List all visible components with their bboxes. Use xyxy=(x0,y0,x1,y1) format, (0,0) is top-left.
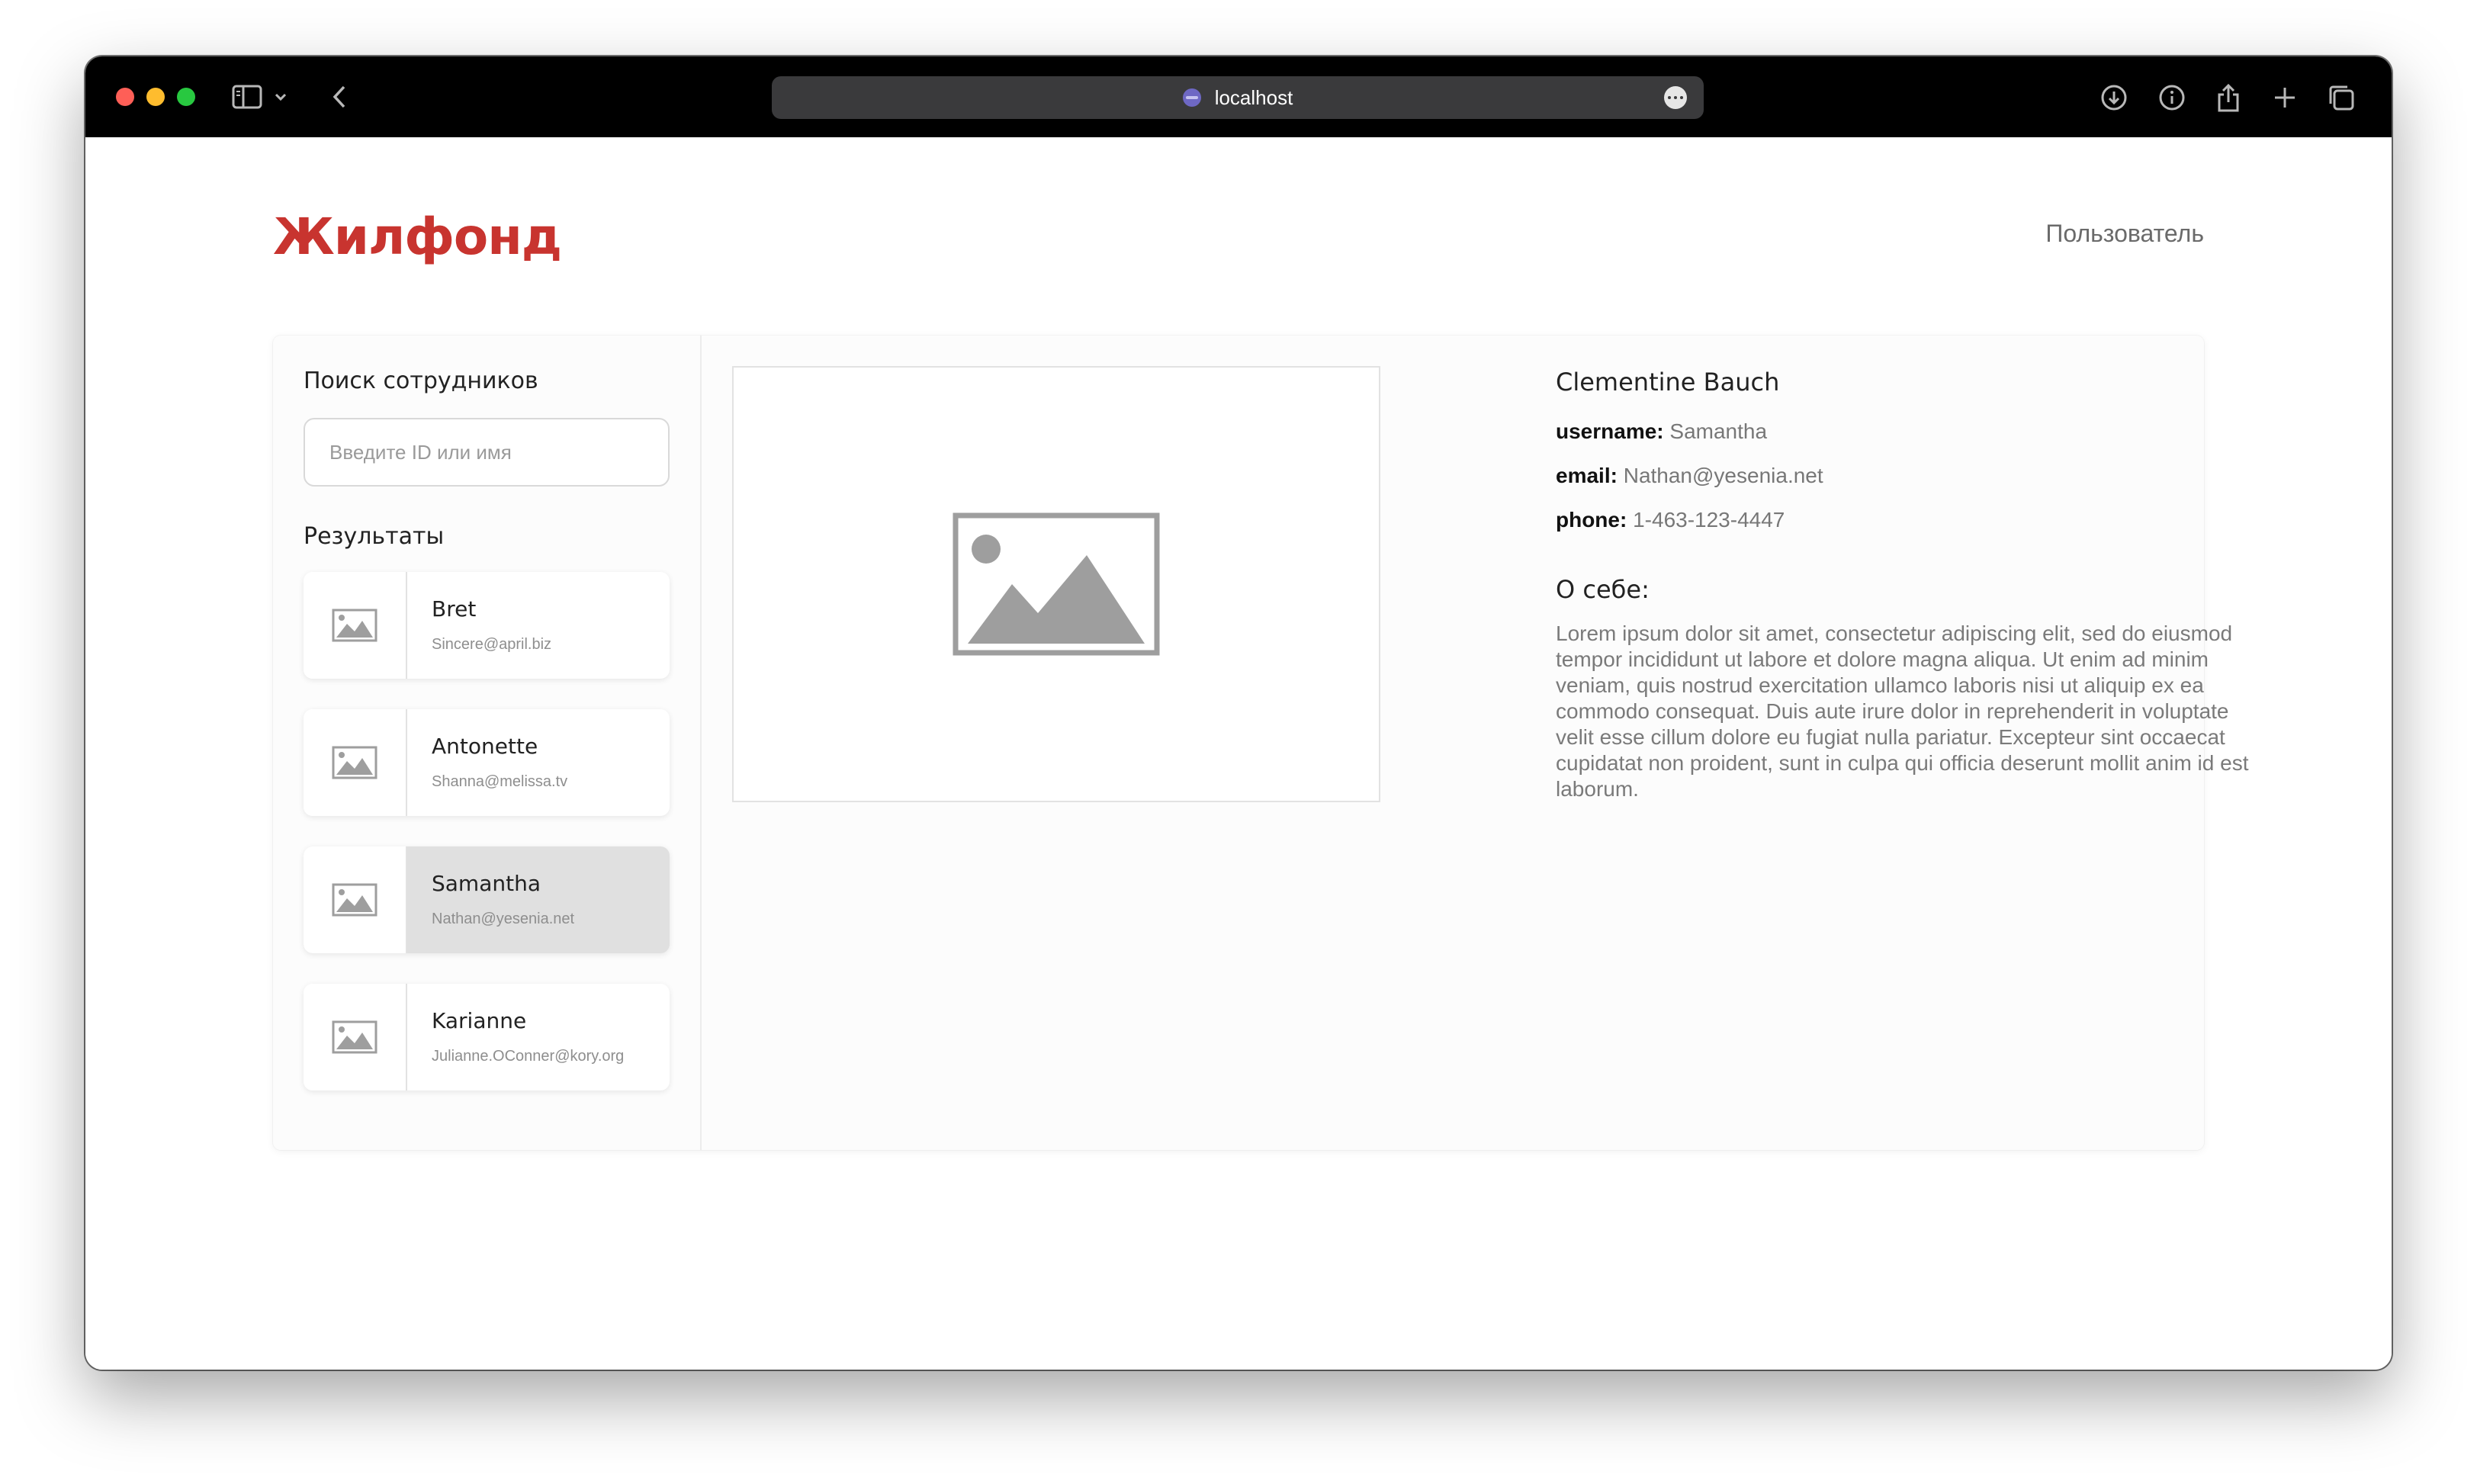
result-email: Julianne.OConner@kory.org xyxy=(432,1048,625,1065)
site-icon xyxy=(1182,88,1201,107)
address-bar[interactable]: localhost xyxy=(772,76,1704,119)
url-text: localhost xyxy=(1214,85,1293,109)
thumbnail-placeholder-icon xyxy=(304,572,407,679)
user-link[interactable]: Пользователь xyxy=(2045,220,2204,248)
browser-toolbar: localhost xyxy=(85,56,2392,137)
result-name: Karianne xyxy=(432,1008,527,1033)
result-item-samantha[interactable]: Samantha Nathan@yesenia.net xyxy=(304,846,670,953)
close-window-button[interactable] xyxy=(116,88,134,106)
profile-photo xyxy=(732,366,1380,802)
back-arrow-icon[interactable] xyxy=(328,82,351,111)
phone-value: 1-463-123-4447 xyxy=(1633,508,1785,532)
result-item-karianne[interactable]: Karianne Julianne.OConner@kory.org xyxy=(304,984,670,1091)
email-label: email: xyxy=(1556,464,1618,487)
profile-details: Clementine Bauch username: Samantha emai… xyxy=(1556,368,2257,802)
more-options-icon[interactable] xyxy=(1664,86,1687,109)
result-email: Sincere@april.biz xyxy=(432,636,552,653)
share-icon[interactable] xyxy=(2213,82,2244,113)
search-title: Поиск сотрудников xyxy=(304,368,538,394)
result-item-bret[interactable]: Bret Sincere@april.biz xyxy=(304,572,670,679)
phone-label: phone: xyxy=(1556,508,1627,532)
sidebar-toggle-icon[interactable] xyxy=(232,84,262,110)
about-title: О себе: xyxy=(1556,575,1650,604)
thumbnail-placeholder-icon xyxy=(304,846,407,953)
search-input[interactable] xyxy=(304,418,670,487)
new-tab-icon[interactable] xyxy=(2270,82,2300,113)
about-text: Lorem ipsum dolor sit amet, consectetur … xyxy=(1556,622,2249,801)
thumbnail-placeholder-icon xyxy=(304,984,407,1091)
results-title: Результаты xyxy=(304,523,445,550)
image-placeholder-icon xyxy=(953,512,1160,656)
result-name: Antonette xyxy=(432,734,538,759)
result-email: Shanna@melissa.tv xyxy=(432,773,568,790)
chevron-down-icon[interactable] xyxy=(271,87,290,107)
profile-email: email: Nathan@yesenia.net xyxy=(1556,464,2257,488)
download-icon[interactable] xyxy=(2099,82,2129,113)
profile-username: username: Samantha xyxy=(1556,419,2257,444)
username-value: Samantha xyxy=(1669,419,1768,443)
result-name: Samantha xyxy=(432,871,541,896)
username-label: username: xyxy=(1556,419,1664,443)
browser-window: localhost Жилфонд Пользователь Поиск сот… xyxy=(85,56,2392,1370)
thumbnail-placeholder-icon xyxy=(304,709,407,816)
employee-card: Поиск сотрудников Результаты Bret Sincer… xyxy=(273,336,2248,1150)
minimize-window-button[interactable] xyxy=(146,88,165,106)
site-logo[interactable]: Жилфонд xyxy=(273,207,562,266)
result-email: Nathan@yesenia.net xyxy=(432,911,575,927)
page-content: Жилфонд Пользователь Поиск сотрудников Р… xyxy=(85,137,2392,1370)
result-name: Bret xyxy=(432,596,477,622)
tab-overview-icon[interactable] xyxy=(2326,82,2357,113)
search-panel: Поиск сотрудников Результаты Bret Sincer… xyxy=(273,336,702,1150)
results-list: Bret Sincere@april.biz Antonette Shanna@… xyxy=(304,572,670,1121)
result-item-antonette[interactable]: Antonette Shanna@melissa.tv xyxy=(304,709,670,816)
maximize-window-button[interactable] xyxy=(177,88,195,106)
info-icon[interactable] xyxy=(2157,82,2187,113)
email-value: Nathan@yesenia.net xyxy=(1623,464,1823,487)
profile-phone: phone: 1-463-123-4447 xyxy=(1556,508,2257,532)
profile-name: Clementine Bauch xyxy=(1556,368,1780,397)
